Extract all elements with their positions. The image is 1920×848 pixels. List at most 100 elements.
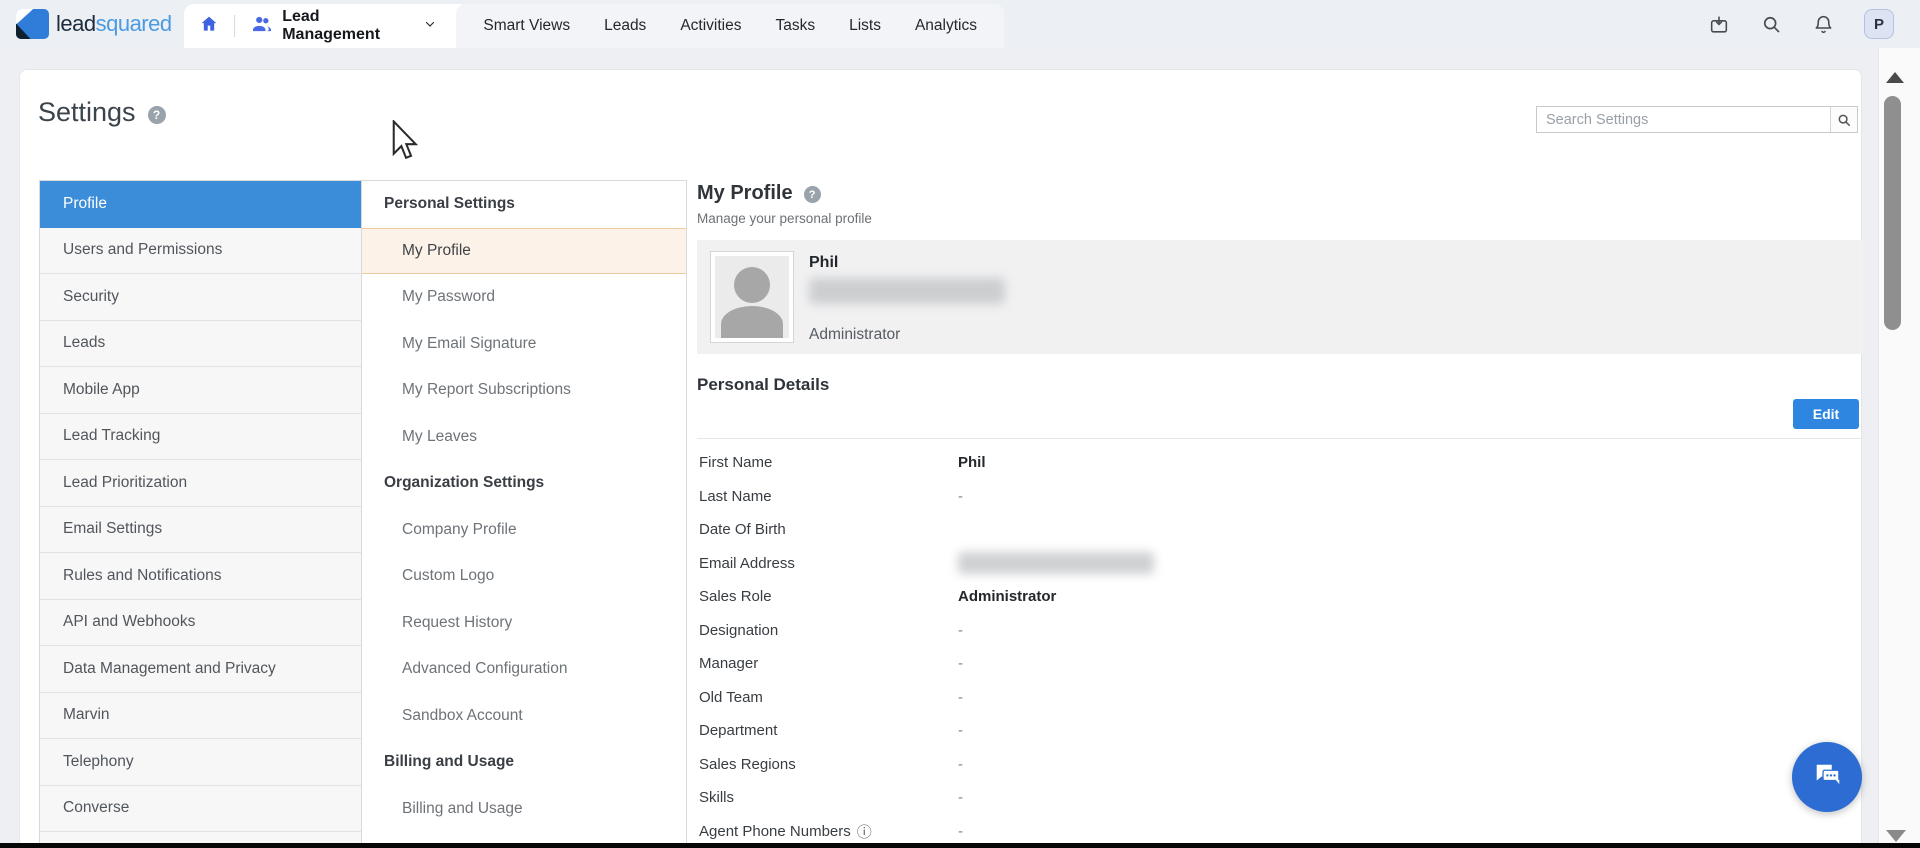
content-subtitle: Manage your personal profile [697, 211, 872, 226]
leadsquared-logo[interactable]: leadsquared [16, 9, 172, 39]
my-profile-content: My Profile ? Manage your personal profil… [697, 182, 1863, 848]
notifications-bell-icon[interactable] [1812, 13, 1834, 35]
submenu-item-advanced-configuration[interactable]: Advanced Configuration [362, 646, 686, 693]
submenu-item-custom-logo[interactable]: Custom Logo [362, 553, 686, 600]
field-value: - [958, 722, 963, 740]
submenu-item-my-password[interactable]: My Password [362, 274, 686, 321]
import-leads-icon[interactable] [1708, 13, 1730, 35]
sidebar-item-lead-prioritization[interactable]: Lead Prioritization [40, 460, 361, 507]
people-icon [251, 13, 273, 40]
user-avatar[interactable]: P [1864, 9, 1894, 39]
top-nav-links: Smart Views Leads Activities Tasks Lists Anal… [456, 4, 1004, 48]
profile-photo-placeholder[interactable] [710, 251, 794, 343]
sidebar-item-users-and-permissions[interactable]: Users and Permissions [40, 227, 361, 274]
field-label: Date Of Birth [699, 521, 958, 538]
settings-search-button[interactable] [1830, 107, 1857, 132]
leadsquared-logo-icon [16, 9, 49, 39]
field-label-text: First Name [699, 454, 773, 472]
submenu-item-request-history[interactable]: Request History [362, 600, 686, 647]
sidebar-item-rules-and-notifications[interactable]: Rules and Notifications [40, 553, 361, 600]
chat-bubbles-icon [1808, 756, 1846, 799]
field-value: - [958, 755, 963, 773]
submenu-item-billing-and-usage[interactable]: Billing and Usage [362, 786, 686, 833]
field-label-text: Manager [699, 655, 759, 673]
field-label: Last Name [699, 488, 958, 505]
field-label-text: Department [699, 722, 778, 740]
field-value: Phil [958, 454, 986, 472]
edit-button[interactable]: Edit [1793, 399, 1859, 429]
info-icon[interactable]: ⓘ [857, 821, 872, 842]
topnav-item-analytics[interactable]: Analytics [898, 17, 994, 35]
sidebar-item-profile[interactable]: Profile [40, 181, 361, 228]
field-label: Manager [699, 655, 958, 672]
submenu-item-company-profile[interactable]: Company Profile [362, 507, 686, 554]
field-label-text: Designation [699, 621, 779, 639]
home-icon [199, 14, 219, 39]
submenu-item-my-profile[interactable]: My Profile [362, 227, 686, 274]
search-icon[interactable] [1760, 13, 1782, 35]
sidebar-item-api-and-webhooks[interactable]: API and Webhooks [40, 599, 361, 646]
sidebar-item-data-management-and-privacy[interactable]: Data Management and Privacy [40, 646, 361, 693]
home-button[interactable] [184, 4, 234, 48]
field-label: Sales Role [699, 588, 958, 605]
submenu-item-my-email-signature[interactable]: My Email Signature [362, 321, 686, 368]
main-nav: Lead Management Smart Views Leads Activiti… [184, 4, 1004, 48]
submenu-item-sandbox-account[interactable]: Sandbox Account [362, 693, 686, 740]
sidebar-item-marvin[interactable]: Marvin [40, 692, 361, 739]
topnav-item-lists[interactable]: Lists [832, 17, 898, 35]
field-label-text: Agent Phone Numbers [699, 822, 851, 840]
field-label-text: Last Name [699, 487, 772, 505]
redacted-value [958, 552, 1154, 575]
topnav-item-leads[interactable]: Leads [587, 17, 663, 35]
sidebar-item-converse[interactable]: Converse [40, 785, 361, 832]
field-label-text: Date Of Birth [699, 521, 786, 539]
redacted-email [809, 278, 1005, 304]
field-label: Skills [699, 789, 958, 806]
field-label: Email Address [699, 555, 958, 572]
field-value: - [958, 688, 963, 706]
field-value: Administrator [958, 588, 1057, 606]
settings-search-input[interactable] [1537, 107, 1830, 132]
sidebar-item-telephony[interactable]: Telephony [40, 739, 361, 786]
sidebar-item-leads[interactable]: Leads [40, 320, 361, 367]
submenu-item-my-report-subscriptions[interactable]: My Report Subscriptions [362, 367, 686, 414]
leadsquared-wordmark: leadsquared [56, 11, 172, 36]
topnav-item-activities[interactable]: Activities [663, 17, 758, 35]
settings-navigation: Profile Users and Permissions Security Lead… [39, 180, 687, 848]
settings-panel: Settings ? ProfileUsers and PermissionsS… [19, 69, 1863, 848]
field-label: Designation [699, 622, 958, 639]
my-profile-help-icon[interactable]: ? [803, 186, 821, 203]
workspace-selector[interactable]: Lead Management [235, 4, 456, 48]
sidebar-item-email-settings[interactable]: Email Settings [40, 506, 361, 553]
scroll-up-arrow[interactable] [1886, 72, 1904, 83]
live-chat-button[interactable] [1792, 742, 1862, 812]
field-label: First Name [699, 454, 958, 471]
topnav-item-smart-views[interactable]: Smart Views [466, 17, 587, 35]
submenu-item-my-leaves[interactable]: My Leaves [362, 414, 686, 461]
field-value: - [958, 487, 963, 505]
field-row-department: Department - [699, 714, 1863, 748]
scroll-down-arrow[interactable] [1886, 830, 1906, 842]
submenu-header-personal-settings: Personal Settings [384, 195, 515, 213]
workspace-label: Lead Management [282, 8, 381, 43]
sidebar-item-security[interactable]: Security [40, 274, 361, 321]
page-title: Settings [38, 97, 136, 127]
field-value: - [958, 789, 963, 807]
topnav-item-tasks[interactable]: Tasks [758, 17, 832, 35]
content-title: My Profile [697, 182, 793, 204]
settings-help-icon[interactable]: ? [147, 105, 166, 124]
page-scrollbar[interactable] [1878, 48, 1920, 848]
field-label: Agent Phone Numbers ⓘ [699, 821, 958, 842]
field-row-skills: Skills - [699, 781, 1863, 815]
sidebar-item-mobile-app[interactable]: Mobile App [40, 367, 361, 414]
settings-sidebar: Profile Users and Permissions Security Lead… [40, 181, 362, 848]
profile-role: Administrator [809, 326, 901, 343]
personal-details-fields: First Name Phil Last Name - Date Of Birth Ema… [699, 446, 1863, 848]
personal-details-title: Personal Details [697, 375, 830, 394]
field-row-last-name: Last Name - [699, 480, 1863, 514]
settings-submenu: Personal Settings My Profile My Password My… [362, 181, 686, 848]
sidebar-item-lead-tracking[interactable]: Lead Tracking [40, 413, 361, 460]
field-label: Old Team [699, 689, 958, 706]
scrollbar-thumb[interactable] [1884, 96, 1901, 330]
top-bar: leadsquared Lead Management Smart Views L… [0, 0, 1920, 48]
